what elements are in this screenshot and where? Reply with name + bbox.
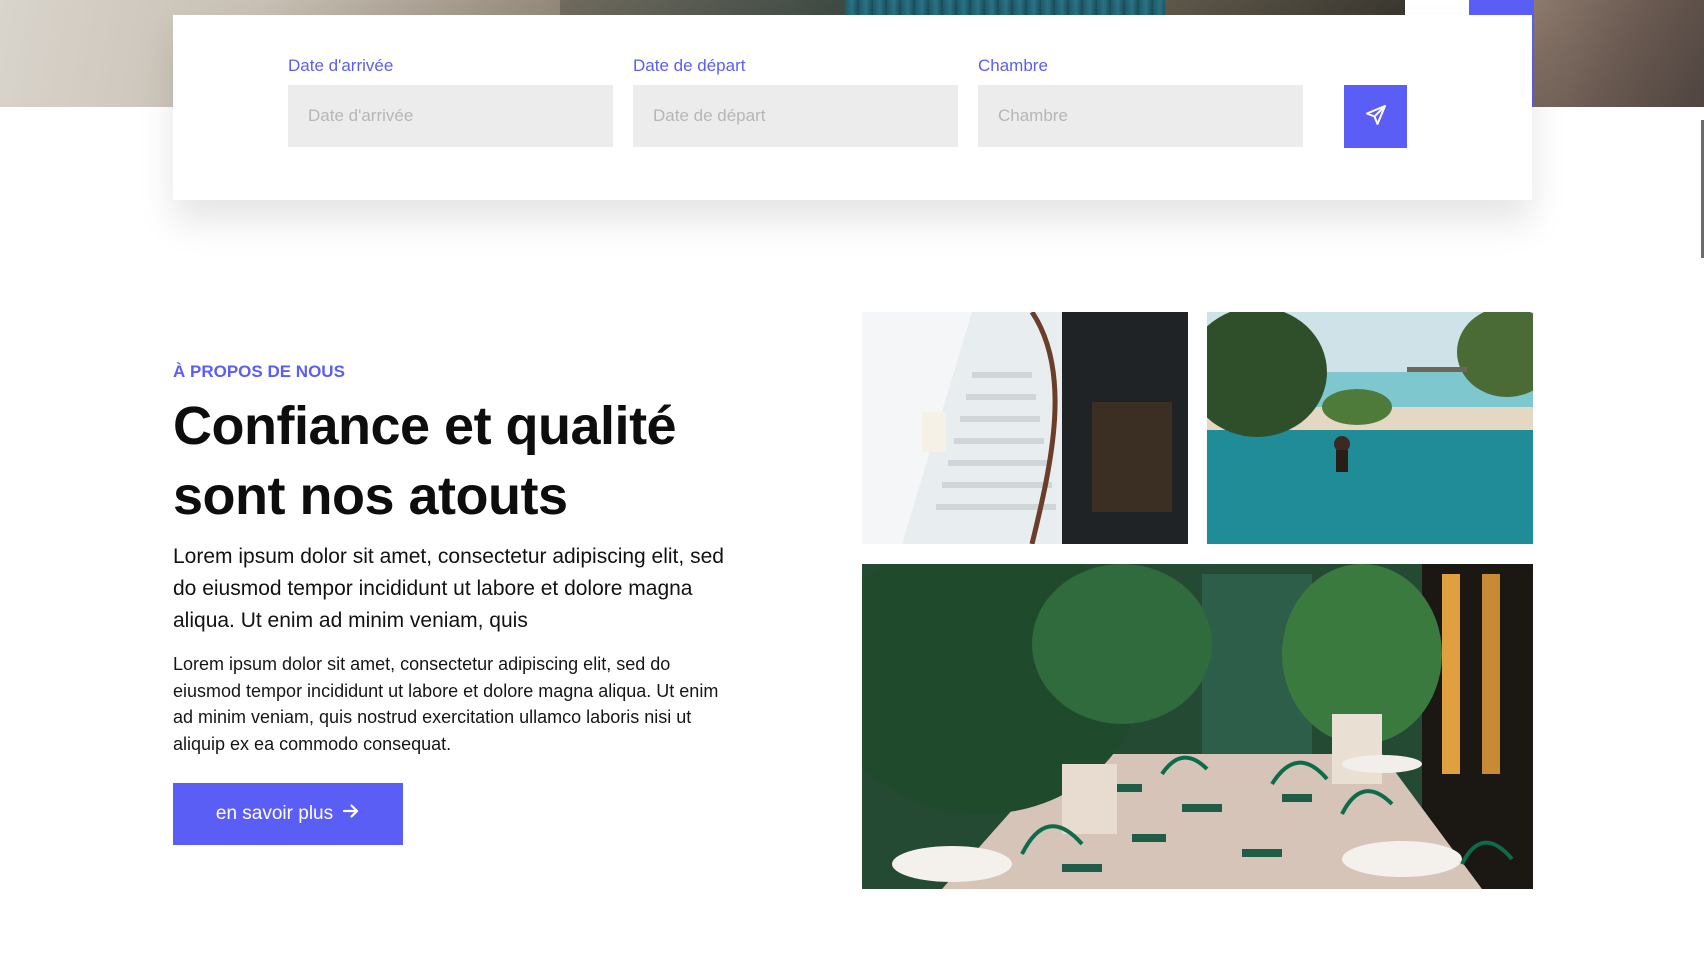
lead-paragraph: Lorem ipsum dolor sit amet, consectetur … (173, 545, 724, 632)
room-input[interactable] (978, 85, 1303, 147)
booking-form: Date d'arrivée Date de départ Chambre (173, 15, 1532, 200)
hero-image-aerial (1534, 0, 1704, 107)
infinity-pool-photo (1207, 312, 1533, 544)
staircase-photo (862, 312, 1188, 544)
body-paragraph: Lorem ipsum dolor sit amet, consectetur … (173, 654, 719, 754)
departure-date-label: Date de départ (633, 56, 746, 75)
arrow-right-icon (342, 802, 360, 826)
arrival-date-label: Date d'arrivée (288, 56, 394, 75)
headline-line-2: sont nos atouts (173, 466, 568, 526)
headline-line-1: Confiance et qualité (173, 396, 677, 456)
learn-more-button[interactable]: en savoir plus (173, 783, 403, 845)
room-label: Chambre (978, 56, 1048, 75)
section-headline: Confiance et qualité sont nos atouts (173, 391, 773, 531)
send-icon (1364, 103, 1388, 130)
learn-more-label: en savoir plus (215, 803, 334, 824)
arrival-date-input[interactable] (288, 85, 613, 147)
booking-submit-button[interactable] (1344, 85, 1407, 148)
section-eyebrow: À PROPOS DE NOUS (173, 362, 345, 381)
departure-date-input[interactable] (633, 85, 958, 147)
garden-terrace-photo (862, 564, 1533, 889)
